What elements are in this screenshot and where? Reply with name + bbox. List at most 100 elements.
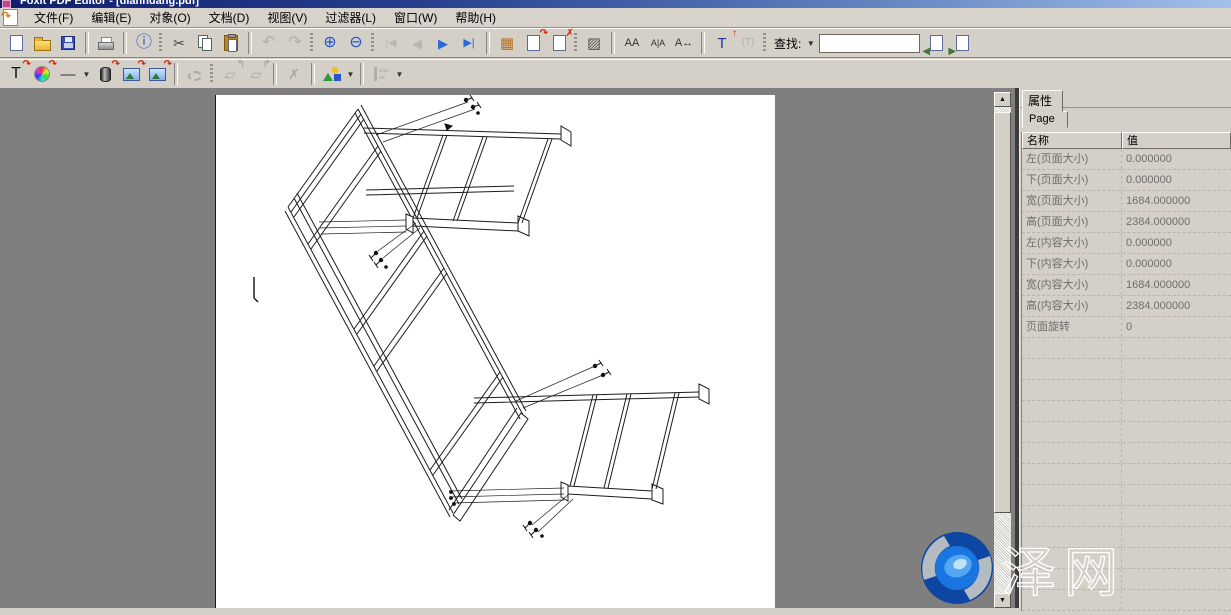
- toolbar-grip[interactable]: [210, 64, 213, 84]
- delete-page-button[interactable]: ✗: [547, 31, 571, 55]
- property-value[interactable]: 1684.000000: [1122, 191, 1231, 211]
- rotate-object-left-button[interactable]: ▱↰: [218, 62, 242, 86]
- font-size-tool-button[interactable]: AA: [620, 31, 644, 55]
- about-info-glyph: ⓘ: [136, 35, 152, 51]
- menu-item-window[interactable]: 窗口(W): [385, 10, 446, 27]
- column-header-value[interactable]: 值: [1122, 132, 1231, 149]
- property-row[interactable]: 下(内容大小)0.000000: [1022, 254, 1231, 275]
- page-thumbnails-button[interactable]: ▦: [495, 31, 519, 55]
- rotate-object-right-button[interactable]: ▱↱: [244, 62, 268, 86]
- scrollbar-thumb[interactable]: [994, 112, 1011, 513]
- paste-button[interactable]: [219, 31, 243, 55]
- toolbar-grip[interactable]: [371, 33, 374, 53]
- next-page-button[interactable]: ▶: [431, 31, 455, 55]
- select-object-button[interactable]: [183, 62, 207, 86]
- last-page-button[interactable]: ▶|: [457, 31, 481, 55]
- property-row[interactable]: 高(页面大小)2384.000000: [1022, 212, 1231, 233]
- shapes-dropdown[interactable]: ▼: [345, 63, 356, 85]
- menu-item-help[interactable]: 帮助(H): [446, 10, 505, 27]
- about-info-button[interactable]: ⓘ: [132, 31, 156, 55]
- toolbar-objects: T↷↷—▼↷↷↷▱↰▱↱✗▼▼: [0, 59, 1231, 89]
- toolbar-grip[interactable]: [763, 33, 766, 53]
- menu-item-edit[interactable]: 编辑(E): [82, 10, 140, 27]
- align-dropdown[interactable]: ▼: [394, 63, 405, 85]
- property-row[interactable]: 下(页面大小)0.000000: [1022, 170, 1231, 191]
- copy-button[interactable]: [193, 31, 217, 55]
- add-image-button[interactable]: ↷: [145, 62, 169, 86]
- save-file-button[interactable]: [56, 31, 80, 55]
- hatch-tool-button[interactable]: ▨: [582, 31, 606, 55]
- find-input[interactable]: [819, 34, 920, 53]
- align-tool-button[interactable]: [369, 62, 393, 86]
- property-row[interactable]: 宽(页面大小)1684.000000: [1022, 191, 1231, 212]
- line-width-dropdown[interactable]: ▼: [81, 63, 92, 85]
- property-value[interactable]: 0.000000: [1122, 254, 1231, 274]
- property-name: 高(页面大小): [1022, 212, 1122, 232]
- prev-page-button[interactable]: ◀: [405, 31, 429, 55]
- property-value[interactable]: 0.000000: [1122, 233, 1231, 253]
- document-menu-icon[interactable]: [3, 9, 18, 26]
- shapes-tool-button[interactable]: [320, 62, 344, 86]
- zoom-in-button[interactable]: ⊕: [318, 31, 342, 55]
- line-width-button[interactable]: —: [56, 62, 80, 86]
- toolbar-grip[interactable]: [159, 33, 162, 53]
- property-name: 宽(页面大小): [1022, 191, 1122, 211]
- property-value[interactable]: 1684.000000: [1122, 275, 1231, 295]
- property-row[interactable]: 高(内容大小)2384.000000: [1022, 296, 1231, 317]
- print-button[interactable]: [94, 31, 118, 55]
- text-mode-button[interactable]: (T): [736, 31, 760, 55]
- find-prev-icon: [930, 35, 943, 51]
- property-value[interactable]: 0.000000: [1122, 149, 1231, 169]
- undo-button[interactable]: ↶: [257, 31, 281, 55]
- redo-button[interactable]: ↷: [283, 31, 307, 55]
- open-file-button[interactable]: [30, 31, 54, 55]
- tab-page[interactable]: Page: [1022, 111, 1068, 128]
- toolbar-grip[interactable]: [310, 33, 313, 53]
- property-row[interactable]: 左(页面大小)0.000000: [1022, 149, 1231, 170]
- property-value[interactable]: 2384.000000: [1122, 296, 1231, 316]
- shapes-tool-icon: [323, 66, 341, 82]
- first-page-button[interactable]: |◀: [379, 31, 403, 55]
- add-text-button[interactable]: T↷: [4, 62, 28, 86]
- draw-cylinder-button[interactable]: ↷: [93, 62, 117, 86]
- cut-glyph: ✂: [173, 36, 185, 50]
- menu-item-object[interactable]: 对象(O): [140, 10, 199, 27]
- page-thumbnails-glyph: ▦: [500, 36, 514, 51]
- property-value[interactable]: 0.000000: [1122, 170, 1231, 190]
- zoom-out-button[interactable]: ⊖: [344, 31, 368, 55]
- delete-object-button[interactable]: ✗: [282, 62, 306, 86]
- menu-item-filter[interactable]: 过滤器(L): [316, 10, 385, 27]
- property-name: [1022, 464, 1122, 484]
- toolbar-grip[interactable]: [574, 33, 577, 53]
- find-history-dropdown[interactable]: ▼: [805, 32, 816, 54]
- select-object-icon: [188, 71, 202, 81]
- property-row-empty: [1022, 506, 1231, 527]
- edit-colors-button[interactable]: ↷: [30, 62, 54, 86]
- property-row[interactable]: 左(内容大小)0.000000: [1022, 233, 1231, 254]
- property-row[interactable]: 页面旋转0: [1022, 317, 1231, 338]
- column-header-name[interactable]: 名称: [1022, 132, 1122, 149]
- edit-image-button[interactable]: ↷: [119, 62, 143, 86]
- vertical-scrollbar[interactable]: ▲ ▼: [994, 92, 1011, 608]
- find-next-button[interactable]: ▶: [950, 31, 974, 55]
- menu-item-file[interactable]: 文件(F): [25, 10, 82, 27]
- scroll-up-button[interactable]: ▲: [994, 92, 1011, 107]
- next-page-glyph: ▶: [438, 37, 448, 50]
- new-document-button[interactable]: [4, 31, 28, 55]
- pdf-page[interactable]: [215, 95, 775, 608]
- word-spacing-tool-button[interactable]: A↔: [672, 31, 696, 55]
- menu-item-view[interactable]: 视图(V): [258, 10, 316, 27]
- menu-item-document[interactable]: 文档(D): [200, 10, 259, 27]
- property-row-empty: [1022, 548, 1231, 569]
- rotate-page-button[interactable]: ↷: [521, 31, 545, 55]
- property-value[interactable]: 0: [1122, 317, 1231, 337]
- char-spacing-tool-button[interactable]: A|A: [646, 31, 670, 55]
- property-row[interactable]: 宽(内容大小)1684.000000: [1022, 275, 1231, 296]
- find-prev-overlay-icon: ◀: [922, 47, 930, 57]
- text-attributes-button[interactable]: T↑: [710, 31, 734, 55]
- delete-object-glyph: ✗: [288, 67, 300, 81]
- cut-button[interactable]: ✂: [167, 31, 191, 55]
- find-prev-button[interactable]: ◀: [924, 31, 948, 55]
- scroll-down-button[interactable]: ▼: [994, 593, 1011, 608]
- property-value[interactable]: 2384.000000: [1122, 212, 1231, 232]
